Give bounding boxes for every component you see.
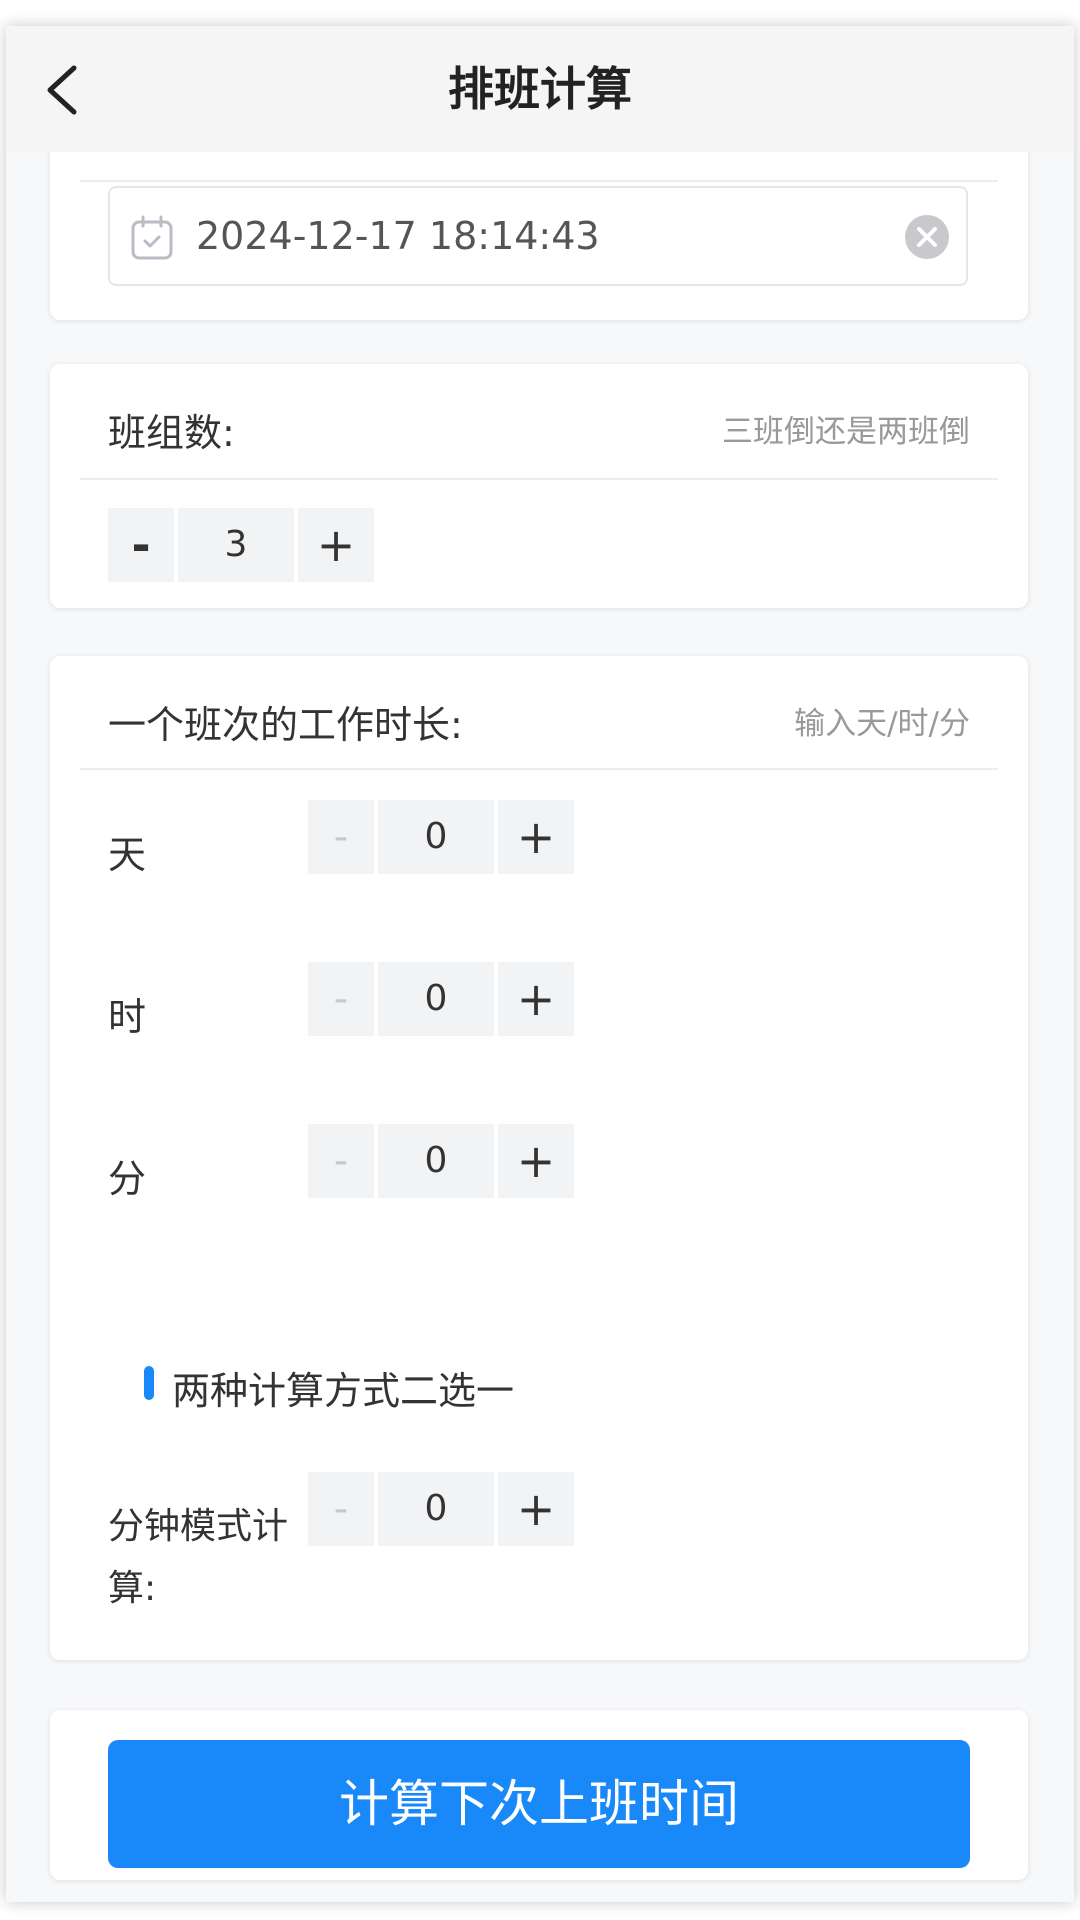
section-title: 两种计算方式二选一: [172, 1369, 515, 1413]
day-minus-button[interactable]: -: [308, 800, 374, 874]
group-count-label: 班组数:: [108, 411, 235, 455]
day-label: 天: [108, 833, 147, 877]
group-count-hint: 三班倒还是两班倒: [722, 414, 970, 450]
minute-mode-plus-button[interactable]: +: [498, 1472, 574, 1546]
day-plus-button[interactable]: +: [498, 800, 574, 874]
minute-mode-minus-button[interactable]: -: [308, 1472, 374, 1546]
group-count-plus-button[interactable]: +: [298, 508, 374, 582]
group-count-card: 班组数: 三班倒还是两班倒 - 3 +: [50, 364, 1028, 608]
minute-stepper: - 0 +: [308, 1124, 574, 1198]
group-count-minus-button[interactable]: -: [108, 508, 174, 582]
divider: [80, 478, 998, 480]
duration-label: 一个班次的工作时长:: [108, 703, 463, 747]
group-count-value[interactable]: 3: [178, 508, 294, 582]
day-value[interactable]: 0: [378, 800, 494, 874]
duration-card: 一个班次的工作时长: 输入天/时/分 天 - 0 + 时 - 0 + 分 - 0…: [50, 656, 1028, 1660]
minute-label: 分: [108, 1157, 147, 1201]
datetime-value: 2024-12-17 18:14:43: [196, 214, 600, 258]
calculate-button[interactable]: 计算下次上班时间: [108, 1740, 970, 1868]
calendar-icon: [131, 215, 173, 260]
divider: [80, 180, 998, 182]
group-count-stepper: - 3 +: [108, 508, 374, 582]
section-accent-bar: [144, 1366, 154, 1400]
action-card: 计算下次上班时间: [50, 1710, 1028, 1880]
divider: [80, 768, 998, 770]
minute-mode-stepper: - 0 +: [308, 1472, 574, 1546]
minute-minus-button[interactable]: -: [308, 1124, 374, 1198]
hour-plus-button[interactable]: +: [498, 962, 574, 1036]
minute-plus-button[interactable]: +: [498, 1124, 574, 1198]
nav-bar: 排班计算: [6, 26, 1074, 152]
hour-label: 时: [108, 995, 147, 1039]
app-screen: 排班计算 2024-12-17 18:14:43 班组数: 三班倒还是两班倒 -: [6, 26, 1074, 1902]
day-stepper: - 0 +: [308, 800, 574, 874]
page-title: 排班计算: [448, 62, 632, 116]
minute-mode-label: 分钟模式计算:: [108, 1506, 289, 1609]
hour-minus-button[interactable]: -: [308, 962, 374, 1036]
minute-mode-value[interactable]: 0: [378, 1472, 494, 1546]
date-card: 2024-12-17 18:14:43: [50, 126, 1028, 320]
hour-stepper: - 0 +: [308, 962, 574, 1036]
datetime-input[interactable]: 2024-12-17 18:14:43: [108, 186, 968, 286]
duration-hint: 输入天/时/分: [794, 706, 970, 742]
minute-value[interactable]: 0: [378, 1124, 494, 1198]
hour-value[interactable]: 0: [378, 962, 494, 1036]
clear-icon[interactable]: [904, 214, 950, 260]
